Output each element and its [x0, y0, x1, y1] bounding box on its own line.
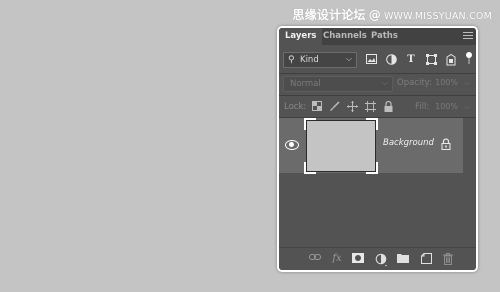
filter-row: ⚲ Kind ⌵ T	[279, 49, 476, 71]
panel-bottom-toolbar: fx	[279, 247, 476, 270]
lock-artboard-icon[interactable]	[365, 101, 376, 112]
panel-menu-icon[interactable]	[463, 32, 473, 41]
chevron-down-icon: ⌵	[345, 54, 352, 63]
layer-lock-icon[interactable]	[441, 138, 451, 150]
type-filter-icon[interactable]: T	[405, 54, 417, 66]
watermark-separator: @	[368, 8, 381, 22]
image-filter-icon[interactable]	[365, 54, 377, 66]
opacity-label: Opacity:	[397, 78, 432, 88]
layer-thumbnail[interactable]	[304, 118, 378, 174]
lock-brush-icon[interactable]	[329, 101, 340, 112]
search-icon: ⚲	[288, 55, 295, 65]
folder-icon[interactable]	[397, 253, 409, 265]
filter-toggle-switch[interactable]	[466, 52, 472, 64]
layers-list: Background	[279, 118, 476, 243]
adjustment-icon[interactable]	[375, 253, 387, 267]
shape-filter-icon[interactable]	[425, 54, 437, 66]
kind-filter-select[interactable]: ⚲ Kind ⌵	[283, 52, 357, 68]
mask-icon[interactable]	[352, 253, 364, 265]
blend-mode-value: Normal	[290, 79, 321, 89]
watermark: 思缘设计论坛 @ WWW.MISSYUAN.COM	[293, 6, 492, 23]
chevron-down-icon[interactable]: ⌵	[464, 100, 469, 114]
kind-label: Kind	[300, 55, 319, 65]
tab-layers[interactable]: Layers	[279, 28, 323, 45]
blend-row: Normal ⌵ Opacity: 100% ⌵	[279, 74, 476, 94]
adjustment-filter-icon[interactable]	[385, 54, 397, 66]
opacity-field[interactable]: 100%	[431, 76, 461, 90]
trash-icon[interactable]	[442, 253, 454, 265]
new-layer-icon[interactable]	[420, 253, 432, 265]
layer-row-background[interactable]: Background	[279, 118, 463, 174]
watermark-text: 思缘设计论坛	[292, 8, 366, 22]
chevron-down-icon: ⌵	[381, 78, 388, 87]
lock-transparent-icon[interactable]	[311, 101, 322, 112]
lock-move-icon[interactable]	[347, 101, 358, 112]
divider	[279, 95, 476, 96]
panel-tab-bar: Layers Channels Paths	[279, 28, 476, 45]
lock-label: Lock:	[284, 102, 307, 112]
chevron-down-icon[interactable]: ⌵	[464, 76, 469, 90]
visibility-eye-icon[interactable]	[285, 139, 299, 150]
lock-all-icon[interactable]	[383, 100, 394, 112]
fill-field[interactable]: 100%	[431, 100, 461, 114]
fill-label: Fill:	[415, 102, 430, 112]
layer-name[interactable]: Background	[383, 138, 434, 148]
tab-paths[interactable]: Paths	[365, 28, 404, 45]
fx-icon[interactable]: fx	[331, 253, 343, 265]
watermark-url: WWW.MISSYUAN.COM	[383, 11, 492, 22]
link-icon[interactable]	[309, 253, 321, 265]
layers-panel: Layers Channels Paths ⚲ Kind ⌵ T Normal …	[277, 26, 478, 272]
lock-row: Lock: Fill: 100% ⌵	[279, 97, 476, 117]
smart-object-filter-icon[interactable]	[445, 53, 457, 66]
blend-mode-select[interactable]: Normal ⌵	[283, 76, 393, 92]
